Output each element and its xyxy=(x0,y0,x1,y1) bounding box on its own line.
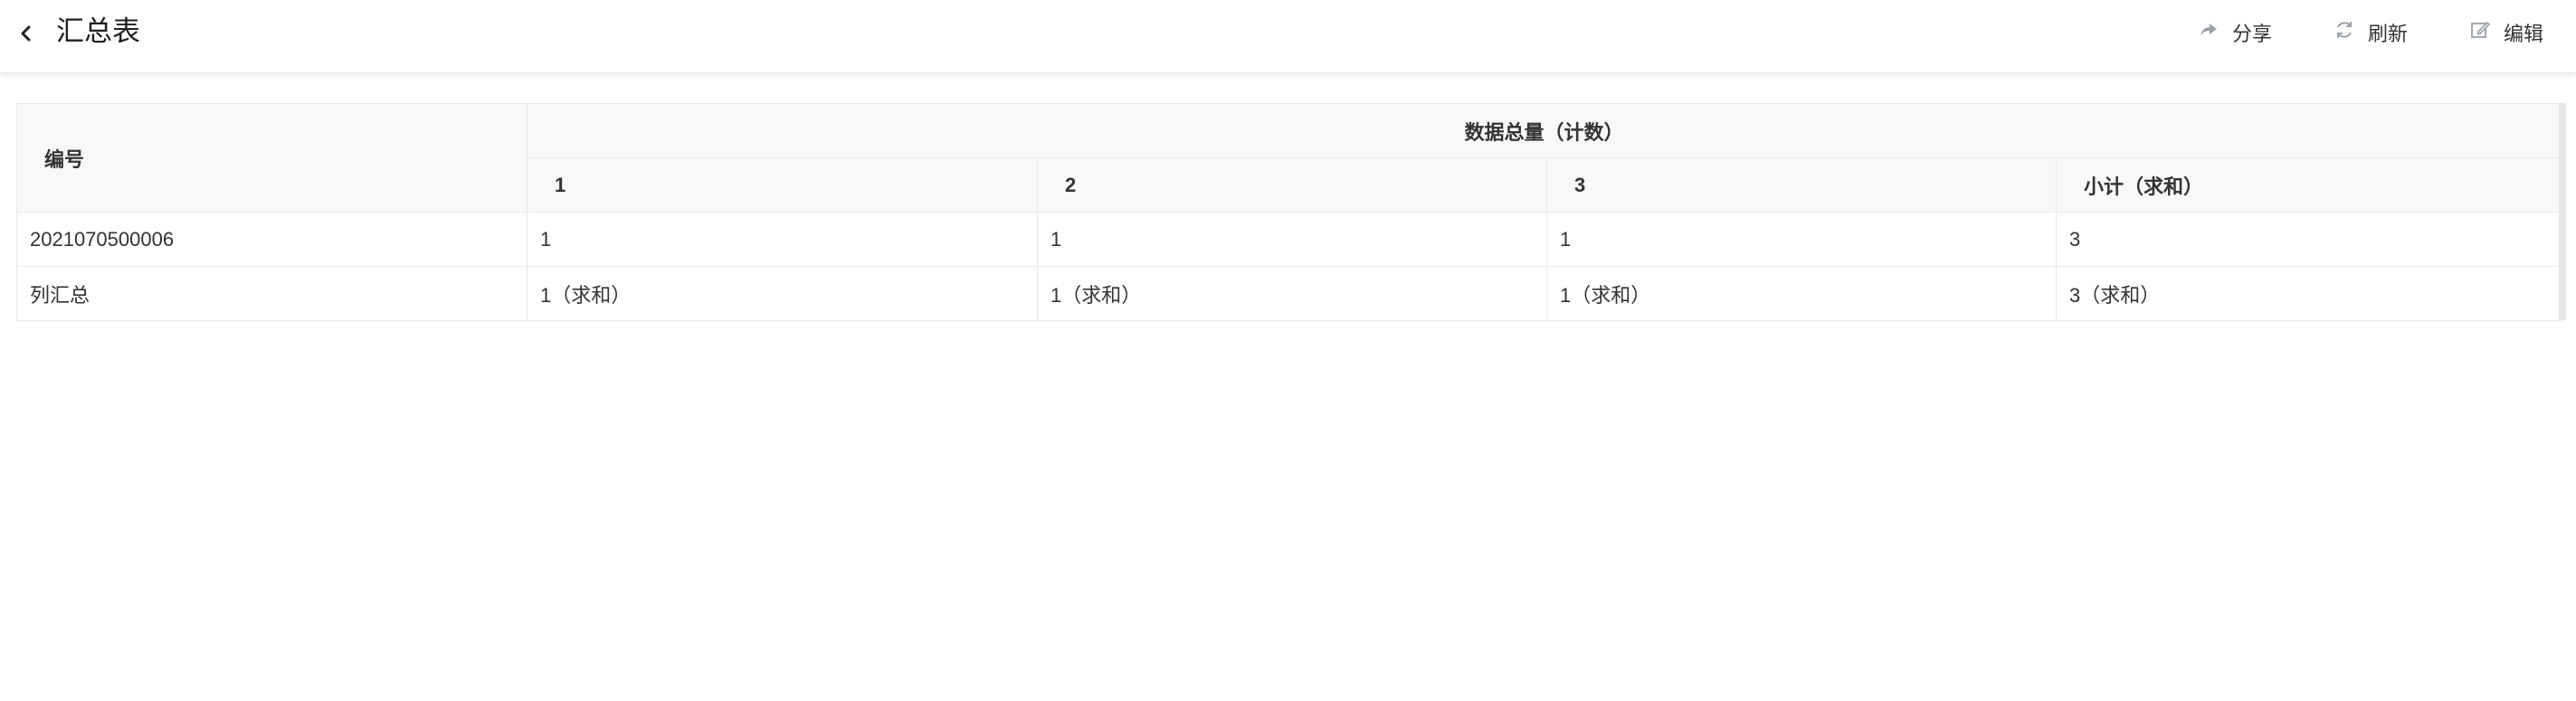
top-bar: 汇总表 分享 刷新 编辑 xyxy=(0,0,2576,73)
table-cell: 1（求和） xyxy=(1037,266,1547,321)
summary-table-container: 编号 数据总量（计数） 1 2 3 小计（求和） 2021070500006 1… xyxy=(16,103,2566,322)
share-button[interactable]: 分享 xyxy=(2198,18,2272,47)
column-header: 小计（求和） xyxy=(2055,157,2562,213)
cell-value: 1 xyxy=(540,227,552,251)
column-header-label: 2 xyxy=(1065,173,1077,196)
refresh-button[interactable]: 刷新 xyxy=(2334,18,2408,47)
edit-button[interactable]: 编辑 xyxy=(2469,18,2543,47)
row-label-cell: 列汇总 xyxy=(16,266,528,321)
page-title: 汇总表 xyxy=(56,15,140,47)
column-header-label: 1 xyxy=(555,173,566,196)
table-cell: 1（求和） xyxy=(527,266,1038,321)
edit-icon xyxy=(2469,19,2504,46)
edit-label: 编辑 xyxy=(2504,23,2544,45)
group-header-label: 数据总量（计数） xyxy=(1464,120,1624,144)
share-icon xyxy=(2198,19,2232,46)
table-row: 列汇总 1（求和） 1（求和） 1（求和） 3（求和） xyxy=(16,266,2562,321)
share-label: 分享 xyxy=(2232,23,2273,45)
table-cell: 1 xyxy=(1037,212,1547,267)
refresh-icon xyxy=(2334,19,2368,46)
column-header-label: 3 xyxy=(1574,173,1586,196)
cell-value: 1（求和） xyxy=(540,283,632,307)
column-header: 1 xyxy=(527,157,1038,213)
column-header-label: 小计（求和） xyxy=(2084,175,2204,198)
horizontal-scroll-edge[interactable] xyxy=(2559,103,2566,320)
cell-value: 1（求和） xyxy=(1050,283,1142,307)
table-row: 2021070500006 1 1 1 3 xyxy=(16,212,2562,267)
row-label: 列汇总 xyxy=(30,283,90,307)
row-label: 2021070500006 xyxy=(30,227,175,251)
cell-value: 1（求和） xyxy=(1560,283,1651,307)
cell-value: 1 xyxy=(1050,227,1062,251)
cell-value: 3（求和） xyxy=(2069,283,2161,307)
row-label-cell: 2021070500006 xyxy=(16,212,528,267)
table-cell: 1 xyxy=(1546,212,2057,267)
summary-table: 编号 数据总量（计数） 1 2 3 小计（求和） 2021070500006 1… xyxy=(16,103,2562,321)
table-cell: 3 xyxy=(2055,212,2562,267)
row-header-label: 编号 xyxy=(44,147,85,171)
back-arrow-icon[interactable] xyxy=(16,20,36,47)
cell-value: 3 xyxy=(2069,227,2081,251)
column-header: 2 xyxy=(1037,157,1547,213)
table-cell: 1（求和） xyxy=(1546,266,2057,321)
column-header: 3 xyxy=(1546,157,2057,213)
row-header-cell: 编号 xyxy=(16,103,528,213)
group-header-cell: 数据总量（计数） xyxy=(526,103,2562,158)
refresh-label: 刷新 xyxy=(2368,23,2409,45)
table-cell: 3（求和） xyxy=(2055,266,2562,321)
table-cell: 1 xyxy=(527,212,1038,267)
cell-value: 1 xyxy=(1560,227,1572,251)
